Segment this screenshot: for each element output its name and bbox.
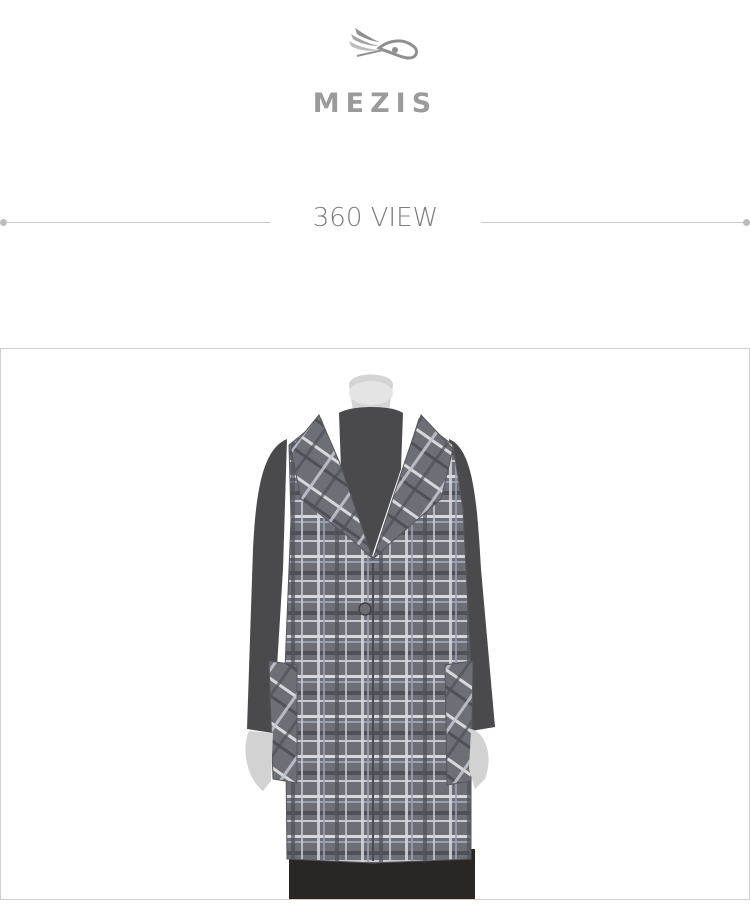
- vest-button: [358, 602, 372, 616]
- mannequin-hand-right: [469, 729, 489, 789]
- pocket-right: [444, 660, 474, 786]
- pocket-left: [268, 660, 298, 784]
- product-360-viewer[interactable]: [0, 348, 750, 900]
- mannequin-hand-left: [245, 731, 273, 791]
- brand-logo[interactable]: MEZIS: [0, 20, 750, 119]
- divider-dot-right: [743, 219, 750, 226]
- divider-line-right: [481, 222, 744, 223]
- winged-ribbon-logo-icon: [349, 28, 418, 60]
- divider-line-left: [5, 222, 270, 223]
- product-image[interactable]: [1, 349, 749, 899]
- section-title: 360 VIEW: [312, 203, 439, 233]
- brand-name: MEZIS: [312, 88, 438, 119]
